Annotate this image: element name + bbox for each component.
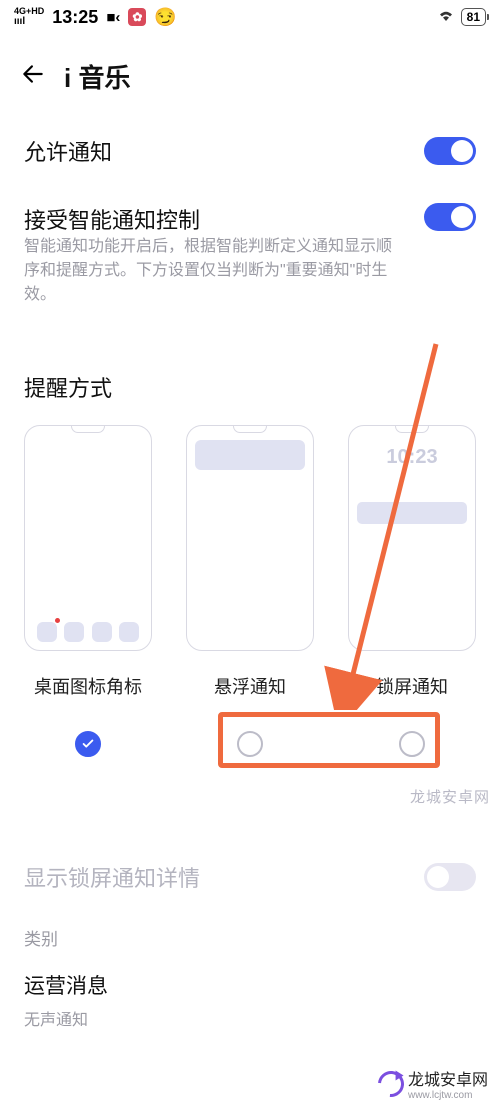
emoji-icon: 😏 [154, 7, 176, 28]
category-item-title: 运营消息 [24, 970, 476, 1000]
allow-notif-label: 允许通知 [24, 135, 112, 167]
option-banner[interactable]: 悬浮通知 [186, 425, 314, 757]
wifi-icon [437, 8, 455, 26]
banner-mock [186, 425, 314, 651]
nav-bar: i 音乐 [0, 34, 500, 111]
app-icon-red: ✿ [128, 8, 146, 26]
watermark-brand: 龙城安卓网 [408, 1066, 488, 1090]
option-lockscreen-radio[interactable] [399, 731, 425, 757]
ls-detail-toggle[interactable] [424, 863, 476, 891]
allow-notif-row: 允许通知 [0, 111, 500, 179]
lockscreen-time: 10:23 [349, 446, 475, 469]
category-item[interactable]: 运营消息 无声通知 [0, 954, 500, 1034]
allow-notif-toggle[interactable] [424, 137, 476, 165]
watermark-url: www.lcjtw.com [408, 1090, 488, 1101]
status-bar: 4G+HDıııl 13:25 ■‹ ✿ 😏 81 [0, 0, 500, 34]
lockscreen-mock: 10:23 [348, 425, 476, 651]
watermark-logo-icon [373, 1065, 410, 1102]
status-time: 13:25 [52, 7, 98, 28]
watermark-badge: 龙城安卓网 www.lcjtw.com [378, 1066, 488, 1101]
remind-options: 桌面图标角标 悬浮通知 10:23 锁屏通知 [0, 413, 500, 757]
option-badge[interactable]: 桌面图标角标 [24, 425, 152, 757]
option-lockscreen-label: 锁屏通知 [376, 673, 448, 699]
back-icon[interactable] [20, 61, 46, 92]
category-title: 类别 [0, 903, 500, 954]
smart-control-toggle[interactable] [424, 203, 476, 231]
option-badge-label: 桌面图标角标 [34, 673, 142, 699]
ls-detail-row: 显示锁屏通知详情 [0, 817, 500, 903]
smart-control-label: 接受智能通知控制 [24, 203, 424, 235]
status-right: 81 [437, 8, 486, 26]
option-banner-label: 悬浮通知 [214, 673, 286, 699]
status-left: 4G+HDıııl 13:25 ■‹ ✿ 😏 [14, 7, 177, 28]
category-item-sub: 无声通知 [24, 1006, 476, 1030]
camera-icon: ■‹ [106, 9, 120, 26]
ls-detail-label: 显示锁屏通知详情 [24, 861, 200, 893]
smart-control-row: 接受智能通知控制 智能通知功能开启后，根据智能判断定义通知显示顺序和提醒方式。下… [0, 179, 500, 335]
option-lockscreen[interactable]: 10:23 锁屏通知 [348, 425, 476, 757]
remind-title: 提醒方式 [0, 335, 500, 413]
smart-control-desc: 智能通知功能开启后，根据智能判断定义通知显示顺序和提醒方式。下方设置仅当判断为"… [24, 235, 404, 323]
watermark-text: 龙城安卓网 [410, 786, 490, 807]
page-title: i 音乐 [64, 58, 130, 95]
badge-mock [24, 425, 152, 651]
network-label: 4G+HD [14, 6, 44, 16]
battery-icon: 81 [461, 8, 486, 26]
option-banner-radio[interactable] [237, 731, 263, 757]
option-badge-radio[interactable] [75, 731, 101, 757]
signal-icon: 4G+HDıııl [14, 7, 44, 27]
